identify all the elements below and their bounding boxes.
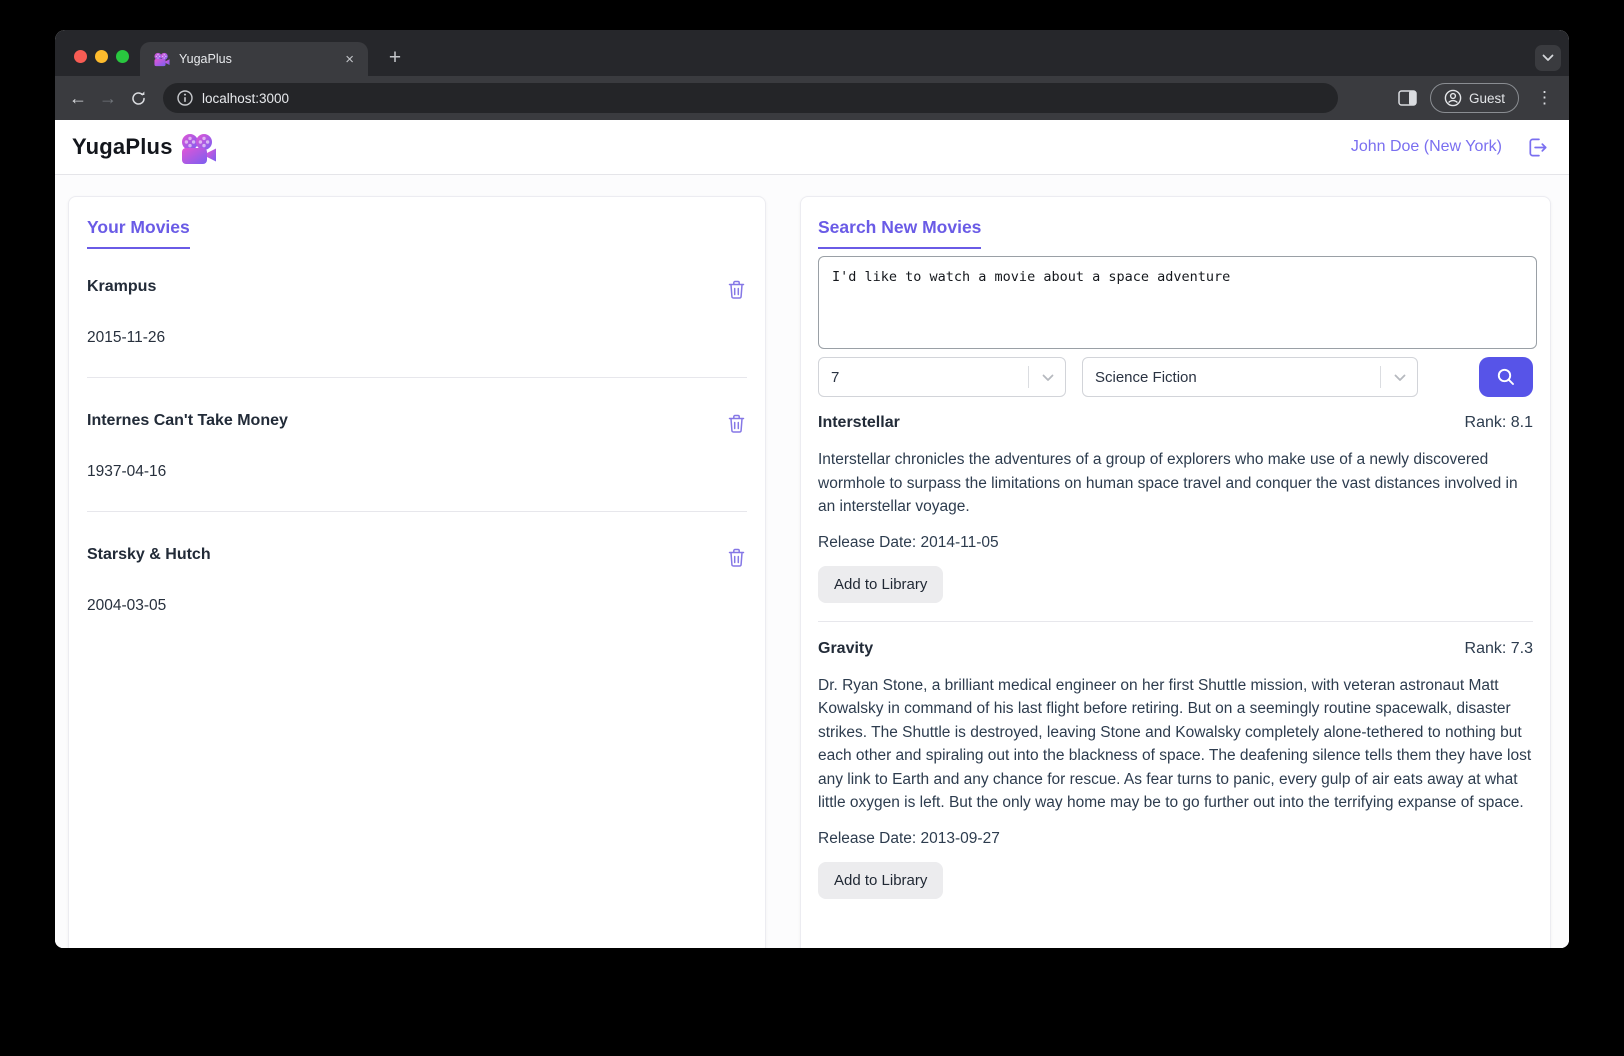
user-name: John Doe (New York) <box>1351 138 1502 156</box>
trash-icon <box>728 280 745 299</box>
toolbar-right-cluster: Guest ⋮ <box>1398 83 1557 113</box>
site-info-icon[interactable] <box>177 90 193 106</box>
add-to-library-button[interactable]: Add to Library <box>818 566 943 603</box>
delete-movie-button[interactable] <box>726 278 747 301</box>
new-tab-button[interactable]: + <box>381 44 409 72</box>
tab-close-icon[interactable]: × <box>341 50 358 69</box>
search-controls: 7 Science Fiction <box>818 357 1533 397</box>
search-button[interactable] <box>1479 357 1533 397</box>
search-result: Gravity Rank: 7.3 Dr. Ryan Stone, a bril… <box>818 640 1533 899</box>
browser-window: YugaPlus × + ← → <box>55 30 1569 948</box>
reload-icon <box>130 90 147 107</box>
result-release-date: Release Date: 2014-11-05 <box>818 534 1533 552</box>
window-controls <box>74 50 129 63</box>
list-divider <box>87 511 747 512</box>
your-movies-panel: Your Movies Krampus <box>68 196 766 948</box>
result-title: Interstellar <box>818 414 900 432</box>
app-content: Your Movies Krampus <box>55 175 1569 948</box>
back-button[interactable]: ← <box>63 83 93 113</box>
max-results-value: 7 <box>831 369 839 386</box>
list-divider <box>87 377 747 378</box>
tab-title: YugaPlus <box>179 52 341 66</box>
movie-release-date: 1937-04-16 <box>87 463 747 481</box>
result-rank: Rank: 7.3 <box>1465 640 1533 658</box>
app-header: YugaPlus John Doe (New York) <box>55 120 1569 175</box>
delete-movie-button[interactable] <box>726 546 747 569</box>
tab-search-chevron-button[interactable] <box>1535 45 1561 71</box>
browser-menu-button[interactable]: ⋮ <box>1532 88 1557 108</box>
mac-minimize-button[interactable] <box>95 50 108 63</box>
select-separator <box>1380 366 1381 388</box>
movie-release-date: 2015-11-26 <box>87 329 747 347</box>
your-movies-heading: Your Movies <box>87 217 190 249</box>
app-title: YugaPlus <box>72 134 173 160</box>
search-new-movies-panel: Search New Movies I'd like to watch a mo… <box>800 196 1551 948</box>
search-icon <box>1495 366 1517 388</box>
list-item: Internes Can't Take Money 1937-04-1 <box>87 412 747 512</box>
side-panel-icon[interactable] <box>1398 90 1417 106</box>
address-bar[interactable]: localhost:3000 <box>163 83 1338 113</box>
guest-avatar-icon <box>1444 89 1462 107</box>
browser-toolbar: ← → localhost:3000 <box>55 76 1569 120</box>
trash-icon <box>728 548 745 567</box>
yugaplus-app: YugaPlus John Doe (New York) <box>55 120 1569 948</box>
chevron-down-icon <box>1542 54 1554 62</box>
guest-label: Guest <box>1469 91 1505 106</box>
result-divider <box>818 621 1533 622</box>
movie-title: Krampus <box>87 278 156 296</box>
browser-profile-button[interactable]: Guest <box>1430 83 1519 113</box>
browser-tab-strip: YugaPlus × + <box>55 30 1569 76</box>
result-description: Interstellar chronicles the adventures o… <box>818 448 1533 519</box>
search-new-movies-heading: Search New Movies <box>818 217 981 249</box>
chevron-down-icon <box>1042 374 1054 382</box>
result-rank: Rank: 8.1 <box>1465 414 1533 432</box>
movie-camera-logo-icon <box>181 133 217 165</box>
trash-icon <box>728 414 745 433</box>
list-item: Starsky & Hutch 2004-03-05 <box>87 546 747 615</box>
list-item: Krampus 2015-11-26 <box>87 278 747 378</box>
browser-tab-active[interactable]: YugaPlus × <box>140 42 368 76</box>
chevron-down-icon <box>1394 374 1406 382</box>
movie-title: Internes Can't Take Money <box>87 412 288 430</box>
max-results-select[interactable]: 7 <box>818 357 1066 397</box>
delete-movie-button[interactable] <box>726 412 747 435</box>
movie-title: Starsky & Hutch <box>87 546 211 564</box>
header-user-area: John Doe (New York) <box>1351 136 1549 159</box>
mac-close-button[interactable] <box>74 50 87 63</box>
screenshot-stage: YugaPlus × + ← → <box>0 0 1624 1056</box>
search-result: Interstellar Rank: 8.1 Interstellar chro… <box>818 414 1533 603</box>
select-separator <box>1028 366 1029 388</box>
forward-button[interactable]: → <box>93 83 123 113</box>
category-select[interactable]: Science Fiction <box>1082 357 1418 397</box>
search-query-input[interactable]: I'd like to watch a movie about a space … <box>818 256 1537 349</box>
category-value: Science Fiction <box>1095 369 1197 386</box>
logout-icon[interactable] <box>1526 136 1549 159</box>
result-title: Gravity <box>818 640 873 658</box>
movie-release-date: 2004-03-05 <box>87 597 747 615</box>
mac-fullscreen-button[interactable] <box>116 50 129 63</box>
movie-camera-favicon-icon <box>154 52 170 67</box>
url-text: localhost:3000 <box>202 91 289 106</box>
add-to-library-button[interactable]: Add to Library <box>818 862 943 899</box>
reload-button[interactable] <box>123 83 153 113</box>
result-description: Dr. Ryan Stone, a brilliant medical engi… <box>818 674 1533 815</box>
result-release-date: Release Date: 2013-09-27 <box>818 830 1533 848</box>
